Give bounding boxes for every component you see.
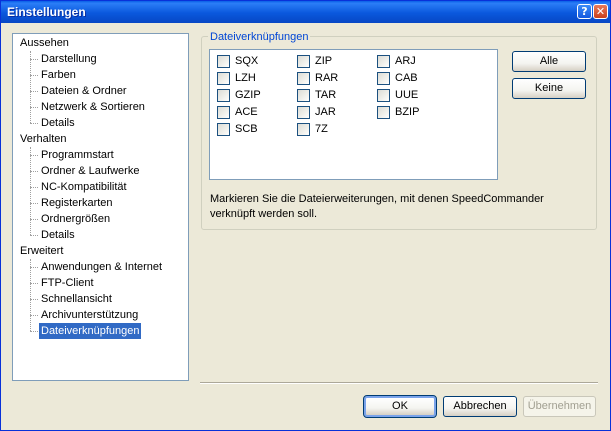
tree-connector (30, 75, 38, 76)
checkbox-box[interactable] (217, 89, 230, 102)
checkbox-box[interactable] (377, 55, 390, 68)
checkbox-box[interactable] (217, 106, 230, 119)
group-title: Dateiverknüpfungen (208, 30, 311, 44)
tree-connector (30, 107, 38, 108)
checkbox-box[interactable] (217, 72, 230, 85)
extension-label: TAR (315, 89, 337, 101)
checkbox-box[interactable] (377, 72, 390, 85)
close-button[interactable]: ✕ (593, 4, 608, 19)
tree-item[interactable]: Registerkarten (39, 195, 115, 211)
title-bar[interactable]: Einstellungen ? ✕ (1, 1, 610, 23)
tree-group[interactable]: Verhalten (20, 131, 66, 147)
tree-connector (30, 331, 38, 332)
checkbox-box[interactable] (377, 89, 390, 102)
tree-item[interactable]: Schnellansicht (39, 291, 114, 307)
tree-item[interactable]: NC-Kompatibilität (39, 179, 129, 195)
checkbox-box[interactable] (377, 106, 390, 119)
footer-separator (200, 382, 598, 384)
tree-group[interactable]: Aussehen (20, 35, 69, 51)
tree-item[interactable]: Anwendungen & Internet (39, 259, 164, 275)
extension-label: LZH (235, 72, 256, 84)
tree-item[interactable]: Netzwerk & Sortieren (39, 99, 147, 115)
tree-item[interactable]: Archivunterstützung (39, 307, 140, 323)
select-all-button[interactable]: Alle (512, 51, 586, 72)
description-text: Markieren Sie die Dateierweiterungen, mi… (210, 193, 544, 220)
extension-label: 7Z (315, 123, 328, 135)
tree-connector (30, 283, 38, 284)
tree-connector (30, 259, 31, 331)
tree-item[interactable]: Programmstart (39, 147, 116, 163)
tree-connector (30, 187, 38, 188)
extension-label: SQX (235, 55, 259, 67)
tree-connector (30, 219, 38, 220)
extension-label: ACE (235, 106, 258, 118)
tree-item[interactable]: Ordnergrößen (39, 211, 112, 227)
tree-connector (30, 267, 38, 268)
tree-connector (30, 235, 38, 236)
checkbox-box[interactable] (297, 72, 310, 85)
tree-connector (30, 315, 38, 316)
tree-connector (30, 203, 38, 204)
checkbox-box[interactable] (297, 106, 310, 119)
extension-label: BZIP (395, 106, 420, 118)
settings-tree[interactable]: Aussehen Darstellung Farben Dateien & Ordne… (12, 33, 189, 381)
close-icon: ✕ (595, 5, 606, 18)
extension-label: GZIP (235, 89, 261, 101)
checkbox-box[interactable] (297, 123, 310, 136)
extension-label: SCB (235, 123, 258, 135)
extension-label: UUE (395, 89, 419, 101)
tree-item[interactable]: Details (39, 227, 77, 243)
extension-label: ARJ (395, 55, 416, 67)
window-title: Einstellungen (7, 5, 86, 19)
tree-connector (30, 91, 38, 92)
tree-item[interactable]: Details (39, 115, 77, 131)
help-button[interactable]: ? (577, 4, 592, 19)
checkbox-box[interactable] (297, 55, 310, 68)
tree-item[interactable]: FTP-Client (39, 275, 96, 291)
select-none-button[interactable]: Keine (512, 78, 586, 99)
extensions-list[interactable]: SQX ZIP ARJ LZH RAR CAB GZIP TAR UUE ACE JAR BZIP SC… (209, 49, 498, 180)
tree-connector (30, 155, 38, 156)
tree-connector (30, 147, 31, 235)
tree-connector (30, 299, 38, 300)
tree-connector (30, 171, 38, 172)
tree-connector (30, 123, 38, 124)
tree-item[interactable]: Dateien & Ordner (39, 83, 129, 99)
checkbox-box[interactable] (217, 123, 230, 136)
tree-connector (30, 51, 31, 123)
tree-item[interactable]: Dateiverknüpfungen (39, 323, 142, 339)
tree-group[interactable]: Erweitert (20, 243, 63, 259)
extension-label: JAR (315, 106, 336, 118)
cancel-button[interactable]: Abbrechen (443, 396, 517, 417)
tree-item[interactable]: Darstellung (39, 51, 99, 67)
checkbox-box[interactable] (217, 55, 230, 68)
extension-label: RAR (315, 72, 339, 84)
extension-label: CAB (395, 72, 418, 84)
extension-label: ZIP (315, 55, 333, 67)
help-icon: ? (581, 5, 588, 18)
tree-item[interactable]: Ordner & Laufwerke (39, 163, 141, 179)
ok-button[interactable]: OK (363, 395, 437, 418)
tree-item[interactable]: Farben (39, 67, 78, 83)
checkbox-box[interactable] (297, 89, 310, 102)
apply-button[interactable]: Übernehmen (523, 396, 596, 417)
tree-connector (30, 59, 38, 60)
